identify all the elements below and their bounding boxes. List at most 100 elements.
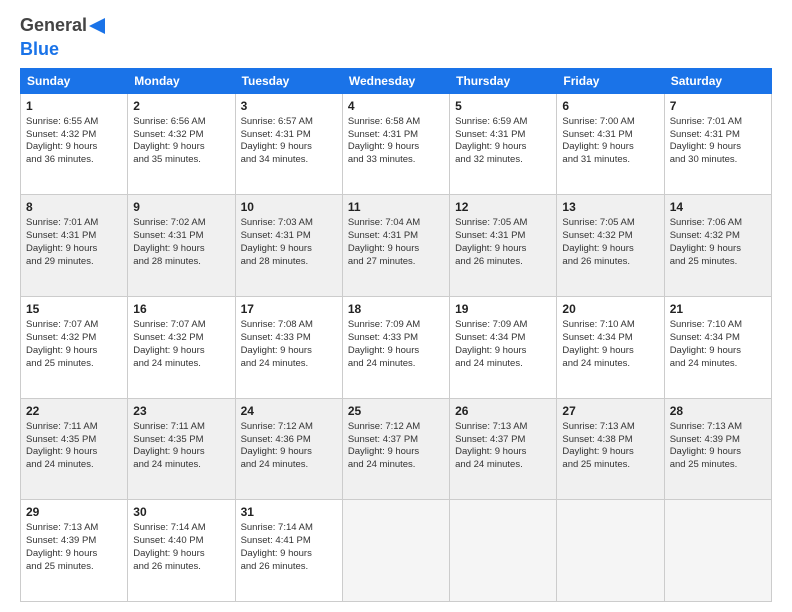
table-row: 29 Sunrise: 7:13 AM Sunset: 4:39 PM Dayli… <box>21 500 128 602</box>
day-number: 15 <box>26 301 122 317</box>
day-info: Sunrise: 7:13 AM Sunset: 4:37 PM Dayligh… <box>455 421 551 472</box>
table-row: 22 Sunrise: 7:11 AM Sunset: 4:35 PM Dayli… <box>21 398 128 500</box>
logo-blue: Blue <box>20 40 59 60</box>
table-row: 26Sunrise: 7:13 AM Sunset: 4:37 PM Dayli… <box>450 398 557 500</box>
day-info: Sunrise: 7:07 AM Sunset: 4:32 PM Dayligh… <box>133 319 229 370</box>
day-info: Sunrise: 7:09 AM Sunset: 4:33 PM Dayligh… <box>348 319 444 370</box>
table-row: 8Sunrise: 7:01 AM Sunset: 4:31 PM Daylig… <box>21 195 128 297</box>
day-info: Sunrise: 7:13 AM Sunset: 4:38 PM Dayligh… <box>562 421 658 472</box>
table-row: 7 Sunrise: 7:01 AM Sunset: 4:31 PM Daylig… <box>664 93 771 195</box>
day-info: Sunrise: 7:13 AM Sunset: 4:39 PM Dayligh… <box>670 421 766 472</box>
day-number: 29 <box>26 504 122 520</box>
day-info: Sunrise: 7:06 AM Sunset: 4:32 PM Dayligh… <box>670 217 766 268</box>
day-info: Sunrise: 7:13 AM Sunset: 4:39 PM Dayligh… <box>26 522 122 573</box>
col-wednesday: Wednesday <box>342 68 449 93</box>
table-row: 27 Sunrise: 7:13 AM Sunset: 4:38 PM Dayli… <box>557 398 664 500</box>
day-number: 25 <box>348 403 444 419</box>
day-info: Sunrise: 6:56 AM Sunset: 4:32 PM Dayligh… <box>133 116 229 167</box>
table-row: 2 Sunrise: 6:56 AM Sunset: 4:32 PM Daylig… <box>128 93 235 195</box>
day-number: 28 <box>670 403 766 419</box>
table-row: 21Sunrise: 7:10 AM Sunset: 4:34 PM Dayli… <box>664 296 771 398</box>
day-info: Sunrise: 6:55 AM Sunset: 4:32 PM Dayligh… <box>26 116 122 167</box>
day-number: 16 <box>133 301 229 317</box>
col-thursday: Thursday <box>450 68 557 93</box>
day-info: Sunrise: 7:10 AM Sunset: 4:34 PM Dayligh… <box>670 319 766 370</box>
table-row <box>342 500 449 602</box>
table-row: 16 Sunrise: 7:07 AM Sunset: 4:32 PM Dayli… <box>128 296 235 398</box>
day-number: 3 <box>241 98 337 114</box>
day-number: 4 <box>348 98 444 114</box>
table-row: 28 Sunrise: 7:13 AM Sunset: 4:39 PM Dayli… <box>664 398 771 500</box>
week-row: 22 Sunrise: 7:11 AM Sunset: 4:35 PM Dayli… <box>21 398 772 500</box>
logo: GeneralBlue <box>20 16 105 60</box>
day-number: 22 <box>26 403 122 419</box>
day-info: Sunrise: 7:01 AM Sunset: 4:31 PM Dayligh… <box>670 116 766 167</box>
day-info: Sunrise: 7:14 AM Sunset: 4:40 PM Dayligh… <box>133 522 229 573</box>
table-row: 9 Sunrise: 7:02 AM Sunset: 4:31 PM Daylig… <box>128 195 235 297</box>
day-number: 30 <box>133 504 229 520</box>
table-row: 5 Sunrise: 6:59 AM Sunset: 4:31 PM Daylig… <box>450 93 557 195</box>
day-number: 9 <box>133 199 229 215</box>
table-row: 12 Sunrise: 7:05 AM Sunset: 4:31 PM Dayli… <box>450 195 557 297</box>
day-info: Sunrise: 7:11 AM Sunset: 4:35 PM Dayligh… <box>133 421 229 472</box>
table-row: 6 Sunrise: 7:00 AM Sunset: 4:31 PM Daylig… <box>557 93 664 195</box>
day-info: Sunrise: 6:57 AM Sunset: 4:31 PM Dayligh… <box>241 116 337 167</box>
calendar-table: Sunday Monday Tuesday Wednesday Thursday… <box>20 68 772 602</box>
col-tuesday: Tuesday <box>235 68 342 93</box>
day-info: Sunrise: 7:03 AM Sunset: 4:31 PM Dayligh… <box>241 217 337 268</box>
day-info: Sunrise: 7:12 AM Sunset: 4:36 PM Dayligh… <box>241 421 337 472</box>
day-info: Sunrise: 7:12 AM Sunset: 4:37 PM Dayligh… <box>348 421 444 472</box>
table-row <box>664 500 771 602</box>
day-number: 7 <box>670 98 766 114</box>
table-row: 18Sunrise: 7:09 AM Sunset: 4:33 PM Dayli… <box>342 296 449 398</box>
table-row: 19Sunrise: 7:09 AM Sunset: 4:34 PM Dayli… <box>450 296 557 398</box>
header: GeneralBlue <box>20 16 772 60</box>
week-row: 8Sunrise: 7:01 AM Sunset: 4:31 PM Daylig… <box>21 195 772 297</box>
week-row: 15 Sunrise: 7:07 AM Sunset: 4:32 PM Dayli… <box>21 296 772 398</box>
day-info: Sunrise: 7:00 AM Sunset: 4:31 PM Dayligh… <box>562 116 658 167</box>
col-monday: Monday <box>128 68 235 93</box>
day-info: Sunrise: 7:01 AM Sunset: 4:31 PM Dayligh… <box>26 217 122 268</box>
day-number: 10 <box>241 199 337 215</box>
table-row: 11 Sunrise: 7:04 AM Sunset: 4:31 PM Dayli… <box>342 195 449 297</box>
day-info: Sunrise: 7:14 AM Sunset: 4:41 PM Dayligh… <box>241 522 337 573</box>
day-info: Sunrise: 7:05 AM Sunset: 4:31 PM Dayligh… <box>455 217 551 268</box>
day-number: 14 <box>670 199 766 215</box>
day-info: Sunrise: 6:58 AM Sunset: 4:31 PM Dayligh… <box>348 116 444 167</box>
day-number: 27 <box>562 403 658 419</box>
day-number: 1 <box>26 98 122 114</box>
table-row: 13Sunrise: 7:05 AM Sunset: 4:32 PM Dayli… <box>557 195 664 297</box>
day-info: Sunrise: 7:07 AM Sunset: 4:32 PM Dayligh… <box>26 319 122 370</box>
day-number: 12 <box>455 199 551 215</box>
table-row <box>557 500 664 602</box>
table-row: 15 Sunrise: 7:07 AM Sunset: 4:32 PM Dayli… <box>21 296 128 398</box>
day-info: Sunrise: 7:04 AM Sunset: 4:31 PM Dayligh… <box>348 217 444 268</box>
day-info: Sunrise: 7:10 AM Sunset: 4:34 PM Dayligh… <box>562 319 658 370</box>
day-info: Sunrise: 7:02 AM Sunset: 4:31 PM Dayligh… <box>133 217 229 268</box>
table-row: 30 Sunrise: 7:14 AM Sunset: 4:40 PM Dayli… <box>128 500 235 602</box>
table-row: 25 Sunrise: 7:12 AM Sunset: 4:37 PM Dayli… <box>342 398 449 500</box>
day-number: 31 <box>241 504 337 520</box>
day-number: 17 <box>241 301 337 317</box>
day-number: 24 <box>241 403 337 419</box>
day-info: Sunrise: 6:59 AM Sunset: 4:31 PM Dayligh… <box>455 116 551 167</box>
day-number: 2 <box>133 98 229 114</box>
table-row: 24 Sunrise: 7:12 AM Sunset: 4:36 PM Dayli… <box>235 398 342 500</box>
table-row: 14 Sunrise: 7:06 AM Sunset: 4:32 PM Dayli… <box>664 195 771 297</box>
day-info: Sunrise: 7:09 AM Sunset: 4:34 PM Dayligh… <box>455 319 551 370</box>
table-row <box>450 500 557 602</box>
day-number: 20 <box>562 301 658 317</box>
table-row: 17Sunrise: 7:08 AM Sunset: 4:33 PM Dayli… <box>235 296 342 398</box>
week-row: 29 Sunrise: 7:13 AM Sunset: 4:39 PM Dayli… <box>21 500 772 602</box>
table-row: 3 Sunrise: 6:57 AM Sunset: 4:31 PM Daylig… <box>235 93 342 195</box>
day-number: 6 <box>562 98 658 114</box>
day-info: Sunrise: 7:11 AM Sunset: 4:35 PM Dayligh… <box>26 421 122 472</box>
day-number: 5 <box>455 98 551 114</box>
day-number: 11 <box>348 199 444 215</box>
day-info: Sunrise: 7:05 AM Sunset: 4:32 PM Dayligh… <box>562 217 658 268</box>
table-row: 20 Sunrise: 7:10 AM Sunset: 4:34 PM Dayli… <box>557 296 664 398</box>
table-row: 10 Sunrise: 7:03 AM Sunset: 4:31 PM Dayli… <box>235 195 342 297</box>
table-row: 23Sunrise: 7:11 AM Sunset: 4:35 PM Dayli… <box>128 398 235 500</box>
table-row: 1 Sunrise: 6:55 AM Sunset: 4:32 PM Daylig… <box>21 93 128 195</box>
col-friday: Friday <box>557 68 664 93</box>
